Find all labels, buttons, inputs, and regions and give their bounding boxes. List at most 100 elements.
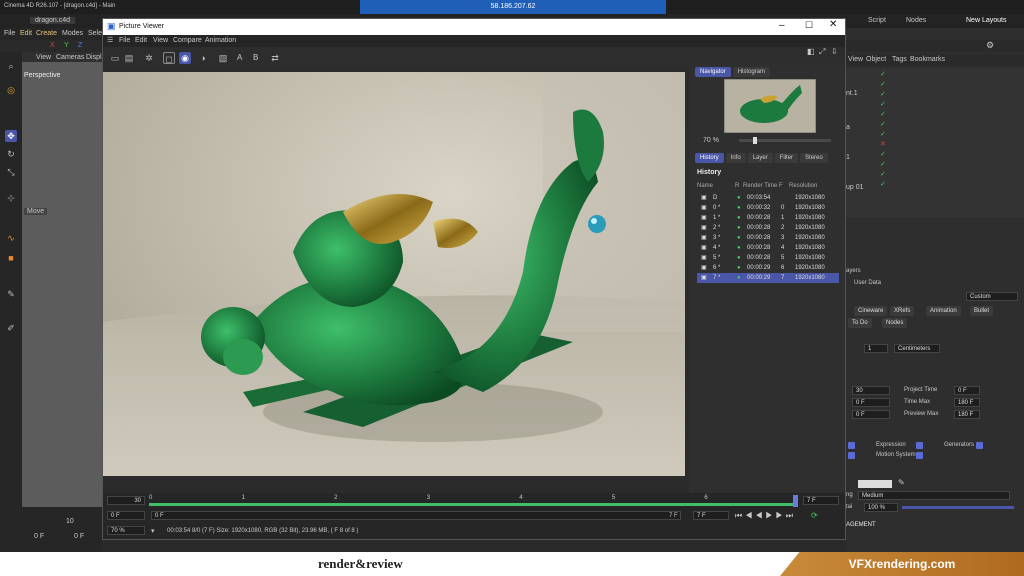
menu-modes[interactable]: Modes xyxy=(62,30,83,37)
end-frame-field[interactable]: 0 F xyxy=(74,533,84,540)
history-row[interactable]: ▣ 6 * ● 00:00:29 6 1920x1080 xyxy=(697,263,839,273)
render-active-icon[interactable]: ◉ xyxy=(179,52,191,64)
om-object[interactable]: Object xyxy=(866,56,886,63)
btn-todo[interactable]: To Do xyxy=(848,318,872,328)
pv-titlebar[interactable]: ▣ Picture Viewer – ☐ ✕ xyxy=(103,19,845,35)
preview-min-field[interactable]: 0 F xyxy=(852,410,890,419)
tab-history[interactable]: History xyxy=(695,153,724,163)
history-row[interactable]: ▣ 4 * ● 00:00:28 4 1920x1080 xyxy=(697,243,839,253)
primitive-icon[interactable]: ■ xyxy=(5,252,17,264)
render-region-icon[interactable]: ◻ xyxy=(163,52,175,64)
history-row[interactable]: ▣ 3 * ● 00:00:28 3 1920x1080 xyxy=(697,233,839,243)
visibility-check-icon[interactable]: ✓ xyxy=(880,150,886,158)
visibility-check-icon[interactable]: ✓ xyxy=(880,130,886,138)
visibility-check-icon[interactable]: ✕ xyxy=(880,140,886,148)
obj-label-1[interactable]: nt.1 xyxy=(846,90,858,97)
end-frame-field[interactable]: 7 F xyxy=(803,496,839,505)
paint-icon[interactable]: ✐ xyxy=(5,322,17,334)
history-row[interactable]: ▣ 7 * ● 00:00:29 7 1920x1080 xyxy=(697,273,839,283)
visibility-check-icon[interactable]: ✓ xyxy=(880,100,886,108)
remote-session-bar[interactable]: 58.186.207.62 xyxy=(360,0,666,14)
range-start-field[interactable]: 0 F xyxy=(151,511,681,520)
btn-animation[interactable]: Animation xyxy=(926,306,961,316)
playhead[interactable] xyxy=(793,495,798,507)
custom-dropdown[interactable]: Custom xyxy=(966,292,1018,301)
project-time-field[interactable]: 0 F xyxy=(954,386,980,395)
time-max-field[interactable]: 180 F xyxy=(954,398,980,407)
om-tags[interactable]: Tags xyxy=(892,56,907,63)
snap-icon[interactable]: ⊹ xyxy=(5,192,17,204)
view-menu-cameras[interactable]: Cameras xyxy=(56,54,84,61)
motion-system-checkbox[interactable] xyxy=(916,452,923,459)
pv-menu-icon[interactable]: ☰ xyxy=(107,36,113,44)
zoom-slider-track[interactable] xyxy=(739,137,831,144)
pv-menu-animation[interactable]: Animation xyxy=(205,37,236,44)
compare-b-button[interactable]: B xyxy=(253,53,258,62)
fps-field[interactable]: 30 xyxy=(107,496,145,505)
pv-menu-compare[interactable]: Compare xyxy=(173,37,202,44)
panel-layout-icon[interactable]: ◧ xyxy=(807,47,815,56)
z-axis-icon[interactable]: Z xyxy=(78,42,82,49)
visibility-check-icon[interactable]: ✓ xyxy=(880,110,886,118)
maximize-icon[interactable]: ☐ xyxy=(805,20,813,31)
fps-attr-field[interactable]: 30 xyxy=(852,386,890,395)
history-row[interactable]: ▣ D ● 00:03:54 1920x1080 xyxy=(697,193,839,203)
btn-cineware[interactable]: Cineware xyxy=(854,306,888,316)
gear-icon[interactable]: ✲ xyxy=(143,52,155,64)
om-view[interactable]: View xyxy=(848,56,863,63)
visibility-check-icon[interactable]: ✓ xyxy=(880,70,886,78)
tab-script[interactable]: Script xyxy=(868,17,886,24)
color-swatch[interactable] xyxy=(858,480,892,488)
history-row[interactable]: ▣ 0 * ● 00:00:32 0 1920x1080 xyxy=(697,203,839,213)
obj-label-2[interactable]: a xyxy=(846,124,850,131)
attr-user-data[interactable]: User Data xyxy=(854,280,881,286)
view-menu-view[interactable]: View xyxy=(36,54,51,61)
scale-field[interactable]: 1 xyxy=(864,344,888,353)
visibility-check-icon[interactable]: ✓ xyxy=(880,90,886,98)
percent-field[interactable]: 100 % xyxy=(864,503,898,512)
scale-icon[interactable]: ⤡ xyxy=(5,166,17,178)
rotate-icon[interactable]: ↻ xyxy=(5,148,17,160)
history-row[interactable]: ▣ 1 * ● 00:00:28 1 1920x1080 xyxy=(697,213,839,223)
visibility-check-icon[interactable]: ✓ xyxy=(880,160,886,168)
search-icon[interactable]: ⌕ xyxy=(5,60,17,72)
percent-slider[interactable] xyxy=(902,506,1014,509)
swap-icon[interactable]: ⇄ xyxy=(269,52,281,64)
new-layouts-button[interactable]: New Layouts xyxy=(966,17,1006,24)
select-icon[interactable]: ◎ xyxy=(5,84,17,96)
tab-info[interactable]: Info xyxy=(725,153,746,163)
zoom-slider-handle[interactable] xyxy=(753,137,757,144)
quality-dropdown[interactable]: Medium xyxy=(858,491,1010,500)
vfx-banner[interactable]: VFXrendering.com xyxy=(780,552,1024,576)
pv-menu-file[interactable]: File xyxy=(119,37,130,44)
btn-xrefs[interactable]: XRefs xyxy=(890,306,915,316)
detach-icon[interactable]: ⤢ xyxy=(819,47,825,57)
tab-histogram[interactable]: Histogram xyxy=(732,67,771,77)
tab-nodes[interactable]: Nodes xyxy=(906,17,926,24)
tab-navigator[interactable]: Navigator xyxy=(695,67,731,77)
minimize-icon[interactable]: – xyxy=(779,20,785,31)
compare-a-button[interactable]: A xyxy=(237,53,242,62)
spline-icon[interactable]: ∿ xyxy=(5,232,17,244)
view-menu-display[interactable]: Displ xyxy=(86,54,102,61)
render-image[interactable] xyxy=(103,72,685,476)
menu-file[interactable]: File xyxy=(4,30,15,37)
om-bookmarks[interactable]: Bookmarks xyxy=(910,56,945,63)
current-frame-field[interactable]: 7 F xyxy=(693,511,729,520)
obj-label-3[interactable]: 1 xyxy=(846,154,850,161)
min-time-field[interactable]: 0 F xyxy=(852,398,890,407)
start-frame-field[interactable]: 0 F xyxy=(34,533,44,540)
expression-checkbox[interactable] xyxy=(916,442,923,449)
visibility-check-icon[interactable]: ✓ xyxy=(880,120,886,128)
tab-stereo[interactable]: Stereo xyxy=(800,153,828,163)
contrast-icon[interactable]: ◑ xyxy=(197,52,209,64)
obj-label-4[interactable]: up 01 xyxy=(846,184,864,191)
btn-nodes[interactable]: Nodes xyxy=(882,318,908,328)
menu-create[interactable]: Create xyxy=(36,30,57,37)
timeline-ruler[interactable]: 0 1 2 3 4 5 6 xyxy=(149,495,798,507)
status-zoom[interactable]: 70 % xyxy=(107,526,145,535)
pv-menu-view[interactable]: View xyxy=(153,37,168,44)
image-icon[interactable]: ▧ xyxy=(217,52,229,64)
open-folder-icon[interactable]: ▭ xyxy=(109,52,121,64)
doc-tab[interactable]: dragon.c4d xyxy=(30,17,76,24)
